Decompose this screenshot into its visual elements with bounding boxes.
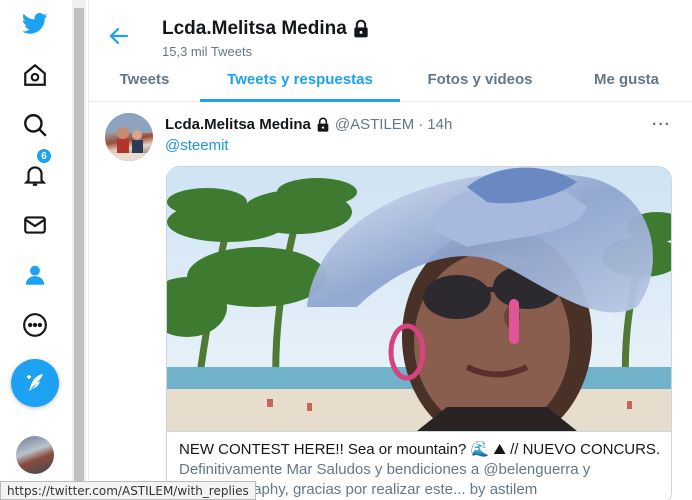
account-avatar[interactable] xyxy=(16,436,54,474)
notification-count-badge: 6 xyxy=(36,148,52,164)
tweet-separator: · xyxy=(418,116,424,133)
tweet-header: Lcda.Melitsa Medina @ASTILEM · 14h xyxy=(165,116,452,133)
browser-status-url: https://twitter.com/ASTILEM/with_replies xyxy=(0,481,256,500)
more-icon[interactable] xyxy=(14,304,56,346)
compose-tweet-button[interactable] xyxy=(11,359,59,407)
notifications-icon[interactable]: 6 xyxy=(14,148,56,196)
link-preview-card[interactable]: NEW CONTEST HERE!! Sea or mountain? 🌊 ⛰ … xyxy=(166,166,672,500)
profile-name-text: Lcda.Melitsa Medina xyxy=(162,18,347,39)
compose-tweet-icon xyxy=(27,374,43,391)
profile-header: Lcda.Melitsa Medina 15,3 mil Tweets xyxy=(89,0,692,65)
protected-lock-icon xyxy=(317,117,329,132)
home-icon[interactable] xyxy=(14,54,56,96)
back-arrow-icon[interactable] xyxy=(107,24,131,48)
tweet-author-handle[interactable]: @ASTILEM xyxy=(335,116,414,133)
profile-icon[interactable] xyxy=(14,254,56,296)
tweet[interactable]: Lcda.Melitsa Medina @ASTILEM · 14h ··· @… xyxy=(89,102,692,500)
tab-likes[interactable]: Me gusta xyxy=(560,58,692,101)
link-preview-image xyxy=(167,167,671,431)
protected-lock-icon xyxy=(354,19,368,38)
profile-name: Lcda.Melitsa Medina xyxy=(162,18,371,40)
tweet-more-options-icon[interactable]: ··· xyxy=(652,116,671,134)
tweet-count: 15,3 mil Tweets xyxy=(162,44,253,59)
messages-icon[interactable] xyxy=(14,204,56,246)
tweet-timestamp[interactable]: 14h xyxy=(427,116,452,133)
tab-photos-and-videos[interactable]: Fotos y videos xyxy=(400,58,560,101)
link-preview-title: NEW CONTEST HERE!! Sea or mountain? 🌊 ⛰ … xyxy=(179,441,661,458)
explore-icon[interactable] xyxy=(14,104,56,146)
tab-tweets[interactable]: Tweets xyxy=(89,58,200,101)
profile-tabs: Tweets Tweets y respuestas Fotos y video… xyxy=(89,58,692,102)
main-column: Lcda.Melitsa Medina 15,3 mil Tweets Twee… xyxy=(88,0,692,500)
tweet-text-mention[interactable]: @steemit xyxy=(165,137,229,154)
left-nav: 6 xyxy=(0,0,72,500)
tab-tweets-and-replies[interactable]: Tweets y respuestas xyxy=(200,58,400,101)
page: 6 Lcda.Melitsa Medina 15,3 mil Tweets Tw… xyxy=(0,0,692,500)
tweet-author-name[interactable]: Lcda.Melitsa Medina xyxy=(165,116,311,133)
tweet-author-avatar[interactable] xyxy=(105,113,153,161)
twitter-logo-icon[interactable] xyxy=(14,2,56,44)
scrollbar-thumb[interactable] xyxy=(74,8,84,500)
